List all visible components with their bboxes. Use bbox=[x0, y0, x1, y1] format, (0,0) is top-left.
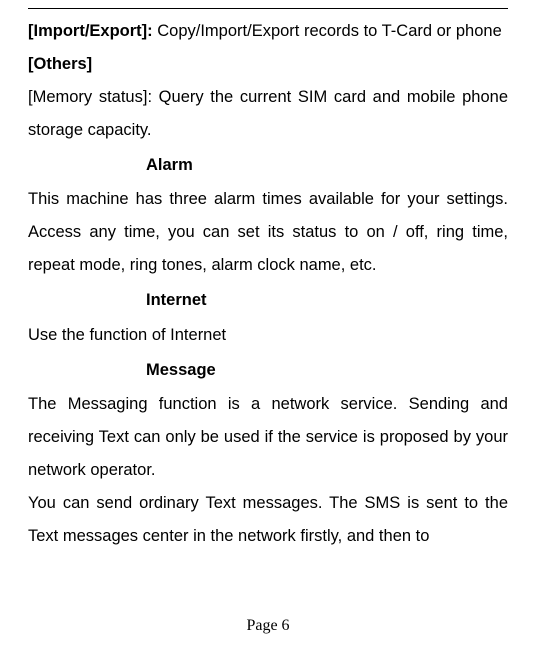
internet-body: Use the function of Internet bbox=[28, 319, 508, 352]
message-body-1: The Messaging function is a network serv… bbox=[28, 388, 508, 487]
message-body-2: You can send ordinary Text messages. The… bbox=[28, 487, 508, 553]
internet-heading: Internet bbox=[28, 282, 508, 318]
top-divider bbox=[28, 8, 508, 9]
alarm-body: This machine has three alarm times avail… bbox=[28, 183, 508, 282]
others-label: [Others] bbox=[28, 55, 92, 73]
alarm-heading: Alarm bbox=[28, 147, 508, 183]
import-export-label: [Import/Export]: bbox=[28, 22, 153, 40]
import-export-text: Copy/Import/Export records to T-Card or … bbox=[153, 22, 502, 40]
page-number: Page 6 bbox=[0, 617, 536, 635]
others-paragraph: [Others] bbox=[28, 48, 508, 81]
message-heading: Message bbox=[28, 352, 508, 388]
import-export-paragraph: [Import/Export]: Copy/Import/Export reco… bbox=[28, 15, 508, 48]
memory-status-paragraph: [Memory status]: Query the current SIM c… bbox=[28, 81, 508, 147]
